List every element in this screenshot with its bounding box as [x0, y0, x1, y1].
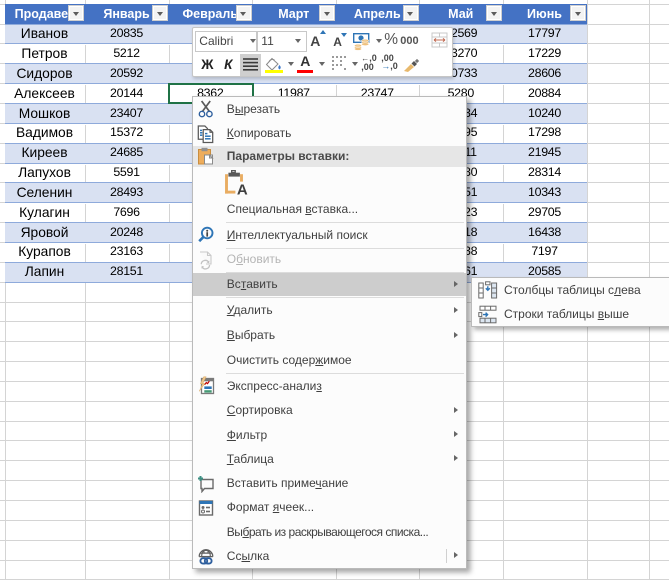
- svg-text:A: A: [237, 181, 248, 195]
